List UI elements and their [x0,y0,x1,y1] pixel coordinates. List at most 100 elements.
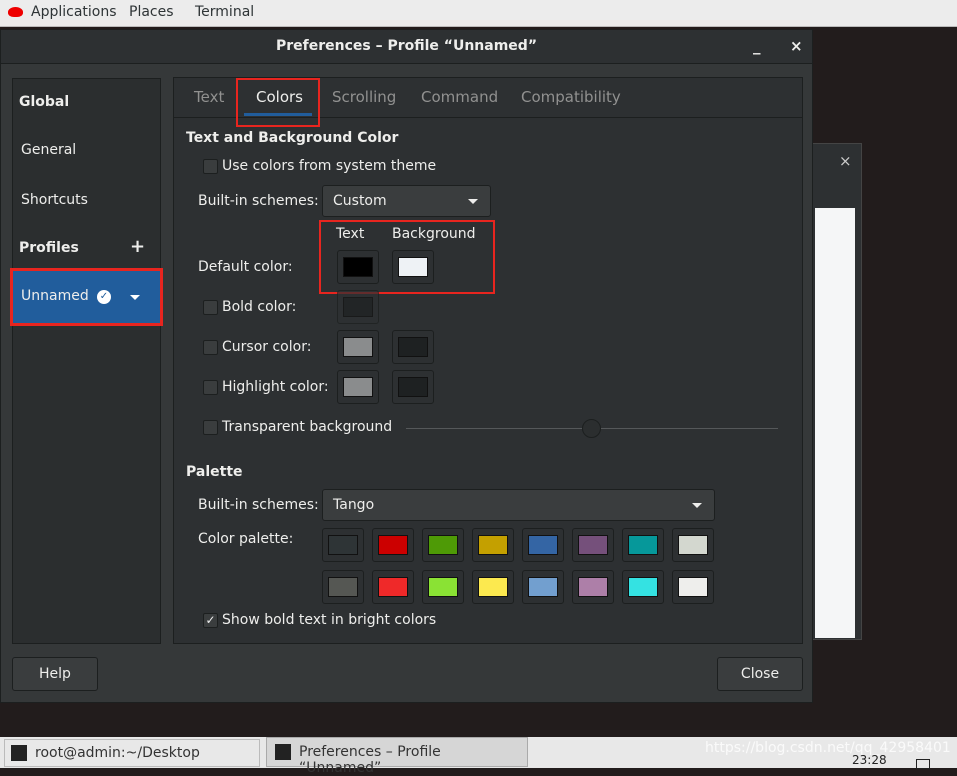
add-profile-button[interactable]: + [130,236,145,257]
swatch [628,577,658,597]
menu-terminal[interactable]: Terminal [195,4,254,20]
menu-applications[interactable]: Applications [31,4,117,20]
profile-menu-chevron-icon[interactable] [130,295,140,300]
highlight-color-label: Highlight color: [222,379,329,395]
text-schemes-dropdown[interactable]: Custom [322,185,491,217]
highlight-color-checkbox[interactable] [203,380,218,395]
top-bar: Applications Places Terminal [0,0,957,27]
sidebar-item-shortcuts[interactable]: Shortcuts [21,192,88,208]
default-color-label: Default color: [198,259,293,275]
bg-window-close-icon[interactable]: × [839,152,852,170]
transparent-bg-label: Transparent background [222,419,393,435]
palette-color-10[interactable] [422,570,464,604]
swatch [428,577,458,597]
palette-schemes-label: Built-in schemes: [198,497,319,513]
default-background-color-button[interactable] [392,250,434,284]
terminal-area [815,208,855,638]
swatch [398,377,428,397]
bold-color-button[interactable] [337,290,379,324]
watermark: https://blog.csdn.net/qq_42958401 [705,740,951,756]
default-profile-check-icon: ✓ [97,290,111,304]
swatch [343,337,373,357]
swatch [378,577,408,597]
preferences-dialog: Preferences – Profile “Unnamed” _ × Glob… [0,29,813,703]
highlight-colors-tab [236,78,320,127]
swatch [578,535,608,555]
settings-panel: Text Colors Scrolling Command Compatibil… [173,77,803,644]
swatch [528,535,558,555]
swatch [428,535,458,555]
swatch [628,535,658,555]
tab-compatibility[interactable]: Compatibility [521,88,621,106]
palette-color-5[interactable] [572,528,614,562]
palette-color-3[interactable] [472,528,514,562]
palette-color-8[interactable] [322,570,364,604]
default-text-color-button[interactable] [337,250,379,284]
palette-color-0[interactable] [322,528,364,562]
swatch [528,577,558,597]
palette-color-11[interactable] [472,570,514,604]
redhat-logo-icon [8,7,23,17]
palette-color-12[interactable] [522,570,564,604]
palette-color-2[interactable] [422,528,464,562]
color-palette-grid [322,528,722,608]
use-system-colors-checkbox[interactable] [203,159,218,174]
text-scheme-value: Custom [333,193,387,209]
swatch [478,535,508,555]
palette-color-15[interactable] [672,570,714,604]
palette-color-6[interactable] [622,528,664,562]
taskbar-label: root@admin:~/Desktop [35,745,200,761]
taskbar: root@admin:~/Desktop Preferences – Profi… [0,737,957,776]
bold-bright-label: Show bold text in bright colors [222,612,437,628]
use-system-colors-label: Use colors from system theme [222,158,437,174]
cursor-bg-color-button[interactable] [392,330,434,364]
menu-places[interactable]: Places [129,4,174,20]
profile-name: Unnamed [21,288,89,304]
swatch [398,337,428,357]
chevron-down-icon [468,199,478,204]
bold-bright-checkbox[interactable]: ✓ [203,613,218,628]
dialog-title: Preferences – Profile “Unnamed” [275,38,538,54]
bold-color-label: Bold color: [222,299,297,315]
swatch [343,257,373,277]
taskbar-item-terminal[interactable]: root@admin:~/Desktop [4,739,260,767]
clock: 23:28 [852,753,887,767]
swatch [578,577,608,597]
tab-text[interactable]: Text [194,88,224,106]
minimize-icon[interactable]: _ [753,30,761,63]
transparent-bg-checkbox[interactable] [203,420,218,435]
palette-scheme-value: Tango [333,497,375,513]
swatch [343,377,373,397]
bold-color-checkbox[interactable] [203,300,218,315]
palette-color-1[interactable] [372,528,414,562]
palette-color-14[interactable] [622,570,664,604]
close-icon[interactable]: × [790,30,803,63]
help-button[interactable]: Help [12,657,98,691]
text-schemes-label: Built-in schemes: [198,193,319,209]
swatch [328,535,358,555]
palette-color-13[interactable] [572,570,614,604]
text-bg-heading: Text and Background Color [186,130,399,146]
tab-scrolling[interactable]: Scrolling [332,88,396,106]
close-button[interactable]: Close [717,657,803,691]
color-palette-label: Color palette: [198,531,294,547]
swatch [678,535,708,555]
highlight-bg-color-button[interactable] [392,370,434,404]
cursor-color-checkbox[interactable] [203,340,218,355]
transparency-slider-handle[interactable] [582,419,601,438]
highlight-fg-color-button[interactable] [337,370,379,404]
palette-color-9[interactable] [372,570,414,604]
palette-color-7[interactable] [672,528,714,562]
palette-schemes-dropdown[interactable]: Tango [322,489,715,521]
taskbar-item-preferences[interactable]: Preferences – Profile “Unnamed” [266,737,528,776]
cursor-fg-color-button[interactable] [337,330,379,364]
terminal-icon [275,744,291,760]
sidebar-item-unnamed[interactable]: Unnamed ✓ [10,268,163,326]
sidebar-profiles: Profiles [19,240,79,256]
swatch [398,257,428,277]
swatch [343,297,373,317]
sidebar-item-general[interactable]: General [21,142,76,158]
palette-color-4[interactable] [522,528,564,562]
sidebar-global: Global [19,94,70,110]
tab-command[interactable]: Command [421,88,498,106]
